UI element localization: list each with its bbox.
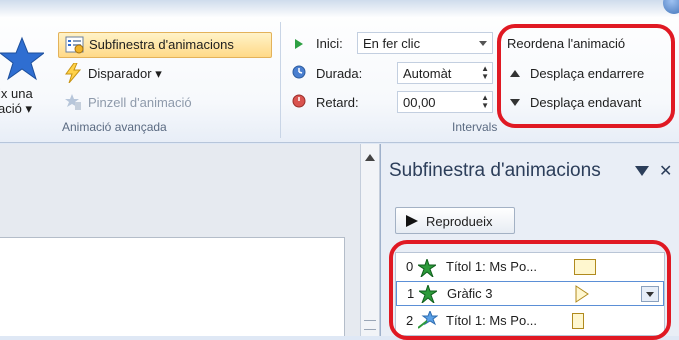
painter-button: Pinzell d'animació: [88, 95, 192, 110]
play-icon: [406, 215, 418, 227]
play-triangle-icon: [295, 39, 303, 49]
highlight-ring-list: [389, 240, 671, 340]
ribbon: ix una ació ▾ Subfinestra d'animacions D…: [0, 0, 679, 143]
slide-canvas[interactable]: [0, 237, 345, 336]
lightning-icon: [65, 63, 82, 83]
duration-label: Durada:: [316, 66, 363, 81]
start-label: Inici:: [316, 36, 343, 51]
star-icon[interactable]: [0, 36, 44, 82]
delay-icon: [292, 94, 306, 108]
add-animation-label-2[interactable]: ació ▾: [0, 101, 32, 117]
close-icon[interactable]: ✕: [659, 161, 672, 181]
animation-pane-button[interactable]: Subfinestra d'animacions: [58, 32, 272, 58]
painter-icon: [65, 94, 81, 110]
animation-pane-icon: [65, 36, 84, 54]
highlight-ring-reorder: [497, 24, 675, 128]
start-dropdown[interactable]: En fer clic: [357, 32, 493, 54]
spinner-arrows[interactable]: ▲ ▼: [481, 65, 489, 81]
timing-group-label: Intervals: [452, 120, 498, 134]
start-value: En fer clic: [363, 36, 421, 51]
play-button-label: Reprodueix: [426, 214, 493, 229]
trigger-button[interactable]: Disparador ▾: [88, 66, 162, 82]
scroll-up-icon[interactable]: [365, 154, 375, 161]
delay-label: Retard:: [316, 95, 359, 110]
spinner-arrows[interactable]: ▲ ▼: [481, 94, 489, 110]
scrollbar[interactable]: [360, 144, 380, 336]
play-button[interactable]: Reprodueix: [395, 207, 515, 234]
scroll-grip[interactable]: [364, 320, 376, 330]
group-separator: [280, 22, 281, 138]
clock-icon: [292, 65, 306, 79]
ribbon-topline: [0, 0, 679, 18]
delay-spinner[interactable]: 00,00 ▲ ▼: [397, 91, 493, 113]
duration-value: Automàt: [403, 66, 452, 81]
pane-title: Subfinestra d'animacions: [389, 160, 601, 181]
add-animation-label-1[interactable]: ix una: [0, 86, 33, 101]
animation-pane-label: Subfinestra d'animacions: [89, 37, 234, 52]
pane-options-dropdown-icon[interactable]: [635, 166, 649, 176]
advanced-group-label: Animació avançada: [62, 120, 167, 134]
duration-spinner[interactable]: Automàt ▲ ▼: [397, 62, 493, 84]
dropdown-icon: [479, 41, 487, 46]
delay-value: 00,00: [403, 95, 436, 110]
